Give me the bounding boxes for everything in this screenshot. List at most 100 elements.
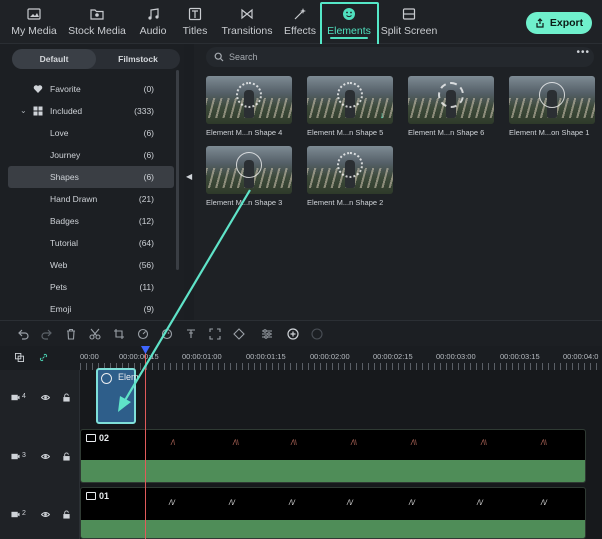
track-number: 4: [22, 393, 26, 400]
tab-effects[interactable]: Effects: [282, 4, 318, 42]
undo-icon[interactable]: [16, 327, 30, 341]
segment-default[interactable]: Default: [12, 49, 96, 69]
eye-icon[interactable]: [40, 451, 50, 461]
video-clip-icon: [86, 434, 96, 442]
tab-label: Transitions: [221, 25, 273, 37]
category-count: (12): [138, 216, 154, 226]
color-icon[interactable]: [160, 327, 174, 341]
clip-title: 02: [99, 433, 110, 443]
scissors-icon[interactable]: [88, 327, 102, 341]
category-count: (6): [143, 128, 154, 138]
track-body-2[interactable]: 01 /\/ /\/ /\/ /\/ /\/ /\/ /\/: [80, 484, 602, 539]
clip-title: 01: [99, 491, 110, 501]
audio-waveform: [81, 460, 585, 482]
frame-thumbnail: /\\: [351, 440, 357, 447]
tab-transitions[interactable]: Transitions: [220, 4, 274, 42]
element-thumbnail[interactable]: [206, 146, 292, 194]
category-favorite[interactable]: Favorite (0): [8, 78, 174, 100]
collapse-panel-icon[interactable]: ◀: [186, 172, 192, 181]
add-effect-icon[interactable]: [286, 327, 300, 341]
category-journey[interactable]: Journey (6): [8, 144, 174, 166]
adjust-icon[interactable]: [260, 327, 274, 341]
ruler-label: 00:00:01:00: [182, 352, 222, 361]
tab-titles[interactable]: Titles: [178, 4, 212, 42]
category-tutorial[interactable]: Tutorial (64): [8, 232, 174, 254]
timeline-ruler[interactable]: 00:00 00:00:00:15 00:00:01:00 00:00:01:1…: [0, 346, 602, 370]
keyframe-icon[interactable]: [232, 327, 246, 341]
delete-icon[interactable]: [64, 327, 78, 341]
download-icon[interactable]: ↓: [377, 110, 387, 120]
more-options-icon[interactable]: •••: [576, 47, 590, 58]
ruler-label: 00:00:01:15: [246, 352, 286, 361]
element-thumbnail[interactable]: [408, 76, 494, 124]
category-pets[interactable]: Pets (11): [8, 276, 174, 298]
category-love[interactable]: Love (6): [8, 122, 174, 144]
category-web[interactable]: Web (56): [8, 254, 174, 276]
frame-thumbnail: /\/: [347, 500, 353, 507]
element-thumbnail[interactable]: [509, 76, 595, 124]
category-emoji[interactable]: Emoji (9): [8, 298, 174, 320]
frame-thumbnail: /\/: [409, 500, 415, 507]
clip-title: Elem: [118, 372, 139, 382]
tab-stock-media[interactable]: Stock Media: [66, 4, 128, 42]
lock-icon[interactable]: [61, 509, 71, 519]
tab-label: Audio: [139, 25, 167, 37]
video-track-icon: [10, 451, 20, 461]
playhead-line[interactable]: [145, 346, 146, 539]
category-shapes[interactable]: Shapes (6): [8, 166, 174, 188]
speed-icon[interactable]: [136, 327, 150, 341]
element-thumbnail[interactable]: ↓: [307, 76, 393, 124]
export-label: Export: [549, 17, 584, 29]
category-name: Pets: [50, 282, 68, 292]
frame-thumbnail: /\\: [481, 440, 487, 447]
category-count: (56): [138, 260, 154, 270]
category-scrollbar[interactable]: [176, 70, 179, 270]
eye-icon[interactable]: [40, 509, 50, 519]
split-screen-icon: [401, 6, 417, 22]
ai-icon[interactable]: [310, 327, 324, 341]
category-hand-drawn[interactable]: Hand Drawn (21): [8, 188, 174, 210]
chevron-down-icon[interactable]: ⌄: [20, 106, 27, 115]
tab-label: Stock Media: [68, 25, 126, 37]
video-clip-icon: [86, 492, 96, 500]
track-body-4[interactable]: [80, 370, 602, 428]
sparkle-icon: [292, 6, 308, 22]
element-thumbnail[interactable]: [307, 146, 393, 194]
element-label: Element M...n Shape 6: [408, 128, 485, 137]
link-icon[interactable]: [38, 352, 48, 362]
element-label: Element M...on Shape 1: [509, 128, 590, 137]
tab-label: My Media: [11, 25, 57, 37]
segment-filmstock[interactable]: Filmstock: [96, 49, 180, 69]
category-included[interactable]: ⌄ Included (333): [8, 100, 174, 122]
redo-icon[interactable]: [40, 327, 54, 341]
video-clip[interactable]: 02 /\ /\\ /\\ /\\ /\\ /\\ /\\: [80, 429, 586, 483]
video-track-icon: [10, 392, 20, 402]
search-input[interactable]: Search: [206, 47, 594, 67]
category-count: (21): [138, 194, 154, 204]
marker-icon[interactable]: [184, 327, 198, 341]
crop-icon[interactable]: [112, 327, 126, 341]
element-thumbnail[interactable]: [206, 76, 292, 124]
add-track-icon[interactable]: [14, 352, 24, 362]
fit-icon[interactable]: [208, 327, 222, 341]
thumb-shape: [438, 82, 464, 108]
track-body-3[interactable]: 02 /\ /\\ /\\ /\\ /\\ /\\ /\\: [80, 428, 602, 484]
category-count: (6): [143, 172, 154, 182]
frame-thumbnail: /\/: [477, 500, 483, 507]
frame-thumbnail: /\: [171, 440, 175, 447]
ruler-label: 00:00:00:15: [119, 352, 159, 361]
category-name: Favorite: [50, 84, 81, 94]
export-button[interactable]: Export: [526, 12, 592, 34]
video-clip[interactable]: 01 /\/ /\/ /\/ /\/ /\/ /\/ /\/: [80, 487, 586, 539]
lock-icon[interactable]: [61, 451, 71, 461]
track-number: 3: [22, 452, 26, 459]
element-clip[interactable]: Elem: [96, 368, 139, 424]
category-badges[interactable]: Badges (12): [8, 210, 174, 232]
tab-my-media[interactable]: My Media: [8, 4, 60, 42]
eye-icon[interactable]: [40, 392, 50, 402]
category-name: Shapes: [50, 172, 79, 182]
tab-audio[interactable]: Audio: [136, 4, 170, 42]
lock-icon[interactable]: [61, 392, 71, 402]
category-panel: Default Filmstock Favorite (0) ⌄ Include…: [0, 44, 184, 320]
tab-split-screen[interactable]: Split Screen: [380, 4, 438, 42]
